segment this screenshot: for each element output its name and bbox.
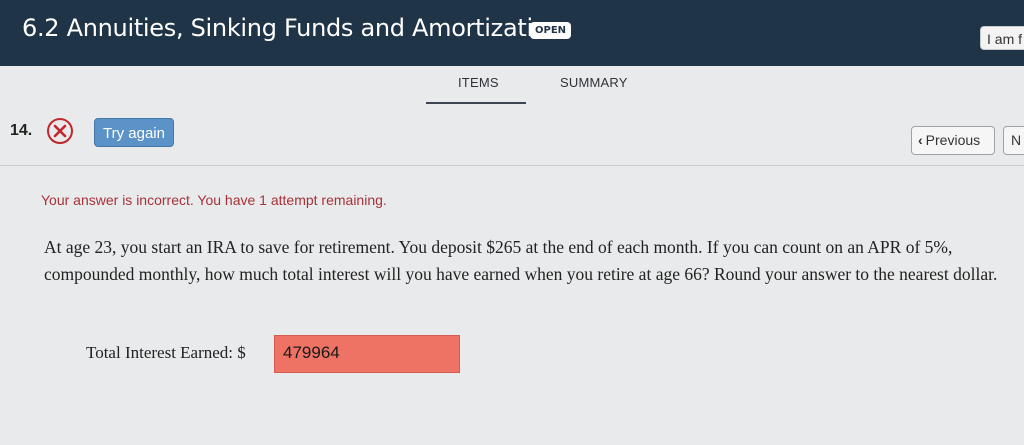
- tab-items[interactable]: ITEMS: [458, 75, 499, 90]
- answer-input[interactable]: 479964: [274, 335, 460, 373]
- page-title: 6.2 Annuities, Sinking Funds and Amortiz…: [22, 14, 563, 42]
- open-badge: OPEN: [530, 22, 572, 39]
- user-menu-button[interactable]: I am f: [980, 26, 1024, 50]
- feedback-message: Your answer is incorrect. You have 1 att…: [41, 192, 387, 208]
- answer-label: Total Interest Earned: $: [86, 343, 246, 362]
- try-again-button[interactable]: Try again: [94, 118, 174, 147]
- tab-summary[interactable]: SUMMARY: [560, 75, 628, 90]
- app-header: 6.2 Annuities, Sinking Funds and Amortiz…: [0, 0, 1024, 66]
- previous-label: Previous: [925, 132, 981, 148]
- question-number: 14.: [10, 122, 33, 139]
- question-text: At age 23, you start an IRA to save for …: [44, 237, 998, 284]
- tab-bar: ITEMS SUMMARY: [0, 66, 1024, 110]
- x-circle-icon: [47, 118, 73, 144]
- chevron-left-icon: ‹: [918, 132, 923, 148]
- previous-button[interactable]: ‹ Previous: [911, 126, 995, 155]
- question-toolbar: 14. Try again ‹ Previous N: [0, 110, 1024, 166]
- active-tab-indicator: [426, 102, 526, 104]
- next-button[interactable]: N: [1003, 126, 1024, 155]
